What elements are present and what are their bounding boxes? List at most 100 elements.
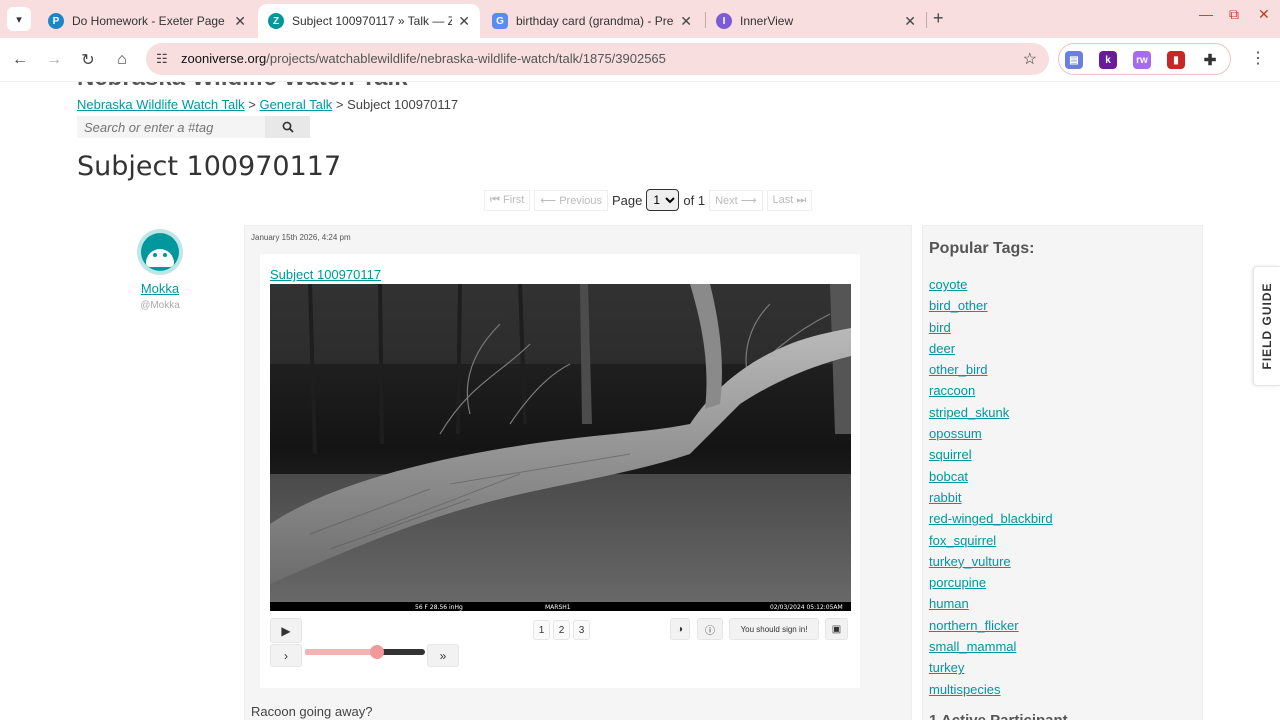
speed-slider[interactable] bbox=[305, 645, 425, 659]
page-label: Page bbox=[612, 192, 643, 208]
close-icon[interactable]: ✕ bbox=[904, 13, 916, 30]
field-guide-tab[interactable]: FIELD GUIDE bbox=[1253, 266, 1280, 386]
tag-item: turkey bbox=[929, 660, 1053, 681]
extensions-group: ▤ k rw ▮ ✚ bbox=[1058, 43, 1231, 75]
tag-link-deer[interactable]: deer bbox=[929, 341, 955, 356]
subject-card: Subject 100970117 56 F 28.56 inHg MARSH1… bbox=[260, 254, 860, 688]
tag-link-human[interactable]: human bbox=[929, 596, 969, 611]
comment-author: Mokka @Mokka bbox=[120, 229, 200, 311]
last-page-button[interactable]: Last ⏭ bbox=[766, 189, 813, 211]
tab-search-menu-icon[interactable]: ▾ bbox=[7, 7, 31, 31]
tag-link-bird[interactable]: bird bbox=[929, 320, 951, 335]
browser-toolbar: ← → ↻ ⌂ ☷ zooniverse.org/projects/watcha… bbox=[0, 38, 1280, 82]
tag-link-raccoon[interactable]: raccoon bbox=[929, 383, 975, 398]
tag-link-striped-skunk[interactable]: striped_skunk bbox=[929, 405, 1009, 420]
tag-link-porcupine[interactable]: porcupine bbox=[929, 575, 986, 590]
rw-icon[interactable]: rw bbox=[1133, 51, 1151, 69]
play-button[interactable]: ▶ bbox=[270, 618, 302, 643]
author-name-link[interactable]: Mokka bbox=[120, 281, 200, 296]
tab-innerview[interactable]: I InnerView ✕ bbox=[706, 4, 926, 38]
tag-search-box bbox=[77, 116, 265, 138]
pearson-favicon-icon: P bbox=[48, 13, 64, 29]
avatar-face-icon bbox=[146, 249, 174, 267]
subject-image[interactable]: 56 F 28.56 inHg MARSH1 02/03/2024 05:12:… bbox=[270, 284, 851, 611]
slider-thumb[interactable] bbox=[370, 645, 384, 659]
tag-link-small-mammal[interactable]: small_mammal bbox=[929, 639, 1016, 654]
tag-link-coyote[interactable]: coyote bbox=[929, 277, 967, 292]
tag-link-turkey[interactable]: turkey bbox=[929, 660, 964, 675]
book-icon[interactable]: ▮ bbox=[1167, 51, 1185, 69]
tag-item: opossum bbox=[929, 426, 1053, 447]
subject-link[interactable]: Subject 100970117 bbox=[270, 267, 381, 282]
close-icon[interactable]: ✕ bbox=[458, 13, 470, 30]
breadcrumb-general-talk-link[interactable]: General Talk bbox=[259, 97, 332, 112]
active-participants-heading: 1 Active Participant bbox=[929, 712, 1068, 720]
window-close-icon[interactable]: ✕ bbox=[1258, 6, 1270, 23]
home-icon[interactable]: ⌂ bbox=[110, 48, 134, 72]
photo-datetime-stamp: 02/03/2024 05:12:05AM bbox=[770, 604, 843, 611]
close-icon[interactable]: ✕ bbox=[234, 13, 246, 30]
address-bar[interactable]: ☷ zooniverse.org/projects/watchablewildl… bbox=[146, 43, 1049, 75]
tag-link-northern-flicker[interactable]: northern_flicker bbox=[929, 618, 1019, 633]
contrast-button[interactable]: ◑ bbox=[670, 618, 690, 640]
tag-item: other_bird bbox=[929, 362, 1053, 383]
breadcrumb-talk-link[interactable]: Nebraska Wildlife Watch Talk bbox=[77, 97, 245, 112]
sign-in-button[interactable]: You should sign in! bbox=[729, 618, 819, 640]
tag-link-other-bird[interactable]: other_bird bbox=[929, 362, 988, 377]
tag-item: bobcat bbox=[929, 469, 1053, 490]
frame-3-button[interactable]: 3 bbox=[573, 620, 590, 640]
first-page-button[interactable]: ⏮ First bbox=[484, 189, 531, 211]
left-arrow-icon: ⟵ bbox=[540, 194, 557, 207]
tab-homework[interactable]: P Do Homework - Exeter Page 19 ✕ bbox=[38, 4, 256, 38]
tag-search-input[interactable] bbox=[77, 116, 265, 138]
search-button[interactable] bbox=[265, 116, 310, 138]
reader-icon[interactable]: ▤ bbox=[1065, 51, 1083, 69]
comment-timestamp: January 15th 2026, 4:24 pm bbox=[251, 233, 351, 242]
page-count: of 1 bbox=[683, 192, 706, 208]
info-button[interactable]: ⓘ bbox=[697, 618, 723, 640]
tag-item: small_mammal bbox=[929, 639, 1053, 660]
close-icon[interactable]: ✕ bbox=[680, 13, 692, 30]
avatar[interactable] bbox=[137, 229, 183, 275]
tag-link-turkey-vulture[interactable]: turkey_vulture bbox=[929, 554, 1011, 569]
previous-page-button[interactable]: ⟵ Previous bbox=[534, 189, 608, 211]
slides-favicon-icon: G bbox=[492, 13, 508, 29]
tag-item: coyote bbox=[929, 277, 1053, 298]
skip-end-button[interactable]: » bbox=[427, 644, 459, 667]
photo-temp-stamp: 56 F 28.56 inHg bbox=[415, 604, 463, 611]
reload-icon[interactable]: ↻ bbox=[76, 48, 100, 72]
frame-1-button[interactable]: 1 bbox=[533, 620, 550, 640]
step-forward-button[interactable]: › bbox=[270, 644, 302, 667]
page-select[interactable]: 1 bbox=[646, 189, 680, 211]
site-settings-icon[interactable]: ☷ bbox=[156, 51, 168, 67]
restore-icon[interactable]: ⧉ bbox=[1229, 6, 1239, 23]
forward-arrow-icon[interactable]: → bbox=[42, 48, 66, 72]
zooniverse-favicon-icon: Z bbox=[268, 13, 284, 29]
tab-birthday-card[interactable]: G birthday card (grandma) - Pres ✕ bbox=[482, 4, 702, 38]
url-text[interactable]: zooniverse.org/projects/watchablewildlif… bbox=[181, 51, 666, 66]
back-arrow-icon[interactable]: ← bbox=[8, 48, 32, 72]
k-icon[interactable]: k bbox=[1099, 51, 1117, 69]
tag-link-opossum[interactable]: opossum bbox=[929, 426, 982, 441]
tag-link-multispecies[interactable]: multispecies bbox=[929, 682, 1001, 697]
frame-2-button[interactable]: 2 bbox=[553, 620, 570, 640]
bookmark-star-icon[interactable]: ☆ bbox=[1023, 49, 1037, 69]
new-tab-plus-icon[interactable]: + bbox=[933, 8, 944, 29]
tab-title: Subject 100970117 » Talk — Zo bbox=[292, 14, 453, 28]
tag-link-red-winged-blackbird[interactable]: red-winged_blackbird bbox=[929, 511, 1053, 526]
tag-link-squirrel[interactable]: squirrel bbox=[929, 447, 972, 462]
next-page-button[interactable]: Next ⟶ bbox=[709, 189, 763, 211]
tag-link-fox-squirrel[interactable]: fox_squirrel bbox=[929, 533, 996, 548]
puzzle-icon[interactable]: ✚ bbox=[1201, 51, 1219, 69]
tag-item: human bbox=[929, 596, 1053, 617]
tag-link-bird-other[interactable]: bird_other bbox=[929, 298, 988, 313]
browser-menu-icon[interactable]: ⋮ bbox=[1250, 48, 1266, 68]
comment-panel: January 15th 2026, 4:24 pm Subject 10097… bbox=[244, 225, 912, 720]
double-chevron-right-icon: » bbox=[439, 648, 447, 663]
avatar-image bbox=[141, 233, 179, 271]
tab-zooniverse[interactable]: Z Subject 100970117 » Talk — Zo ✕ bbox=[258, 4, 480, 38]
tag-link-bobcat[interactable]: bobcat bbox=[929, 469, 968, 484]
tag-link-rabbit[interactable]: rabbit bbox=[929, 490, 962, 505]
image-button[interactable]: ▣ bbox=[825, 618, 848, 640]
minimize-icon[interactable]: — bbox=[1199, 6, 1213, 22]
